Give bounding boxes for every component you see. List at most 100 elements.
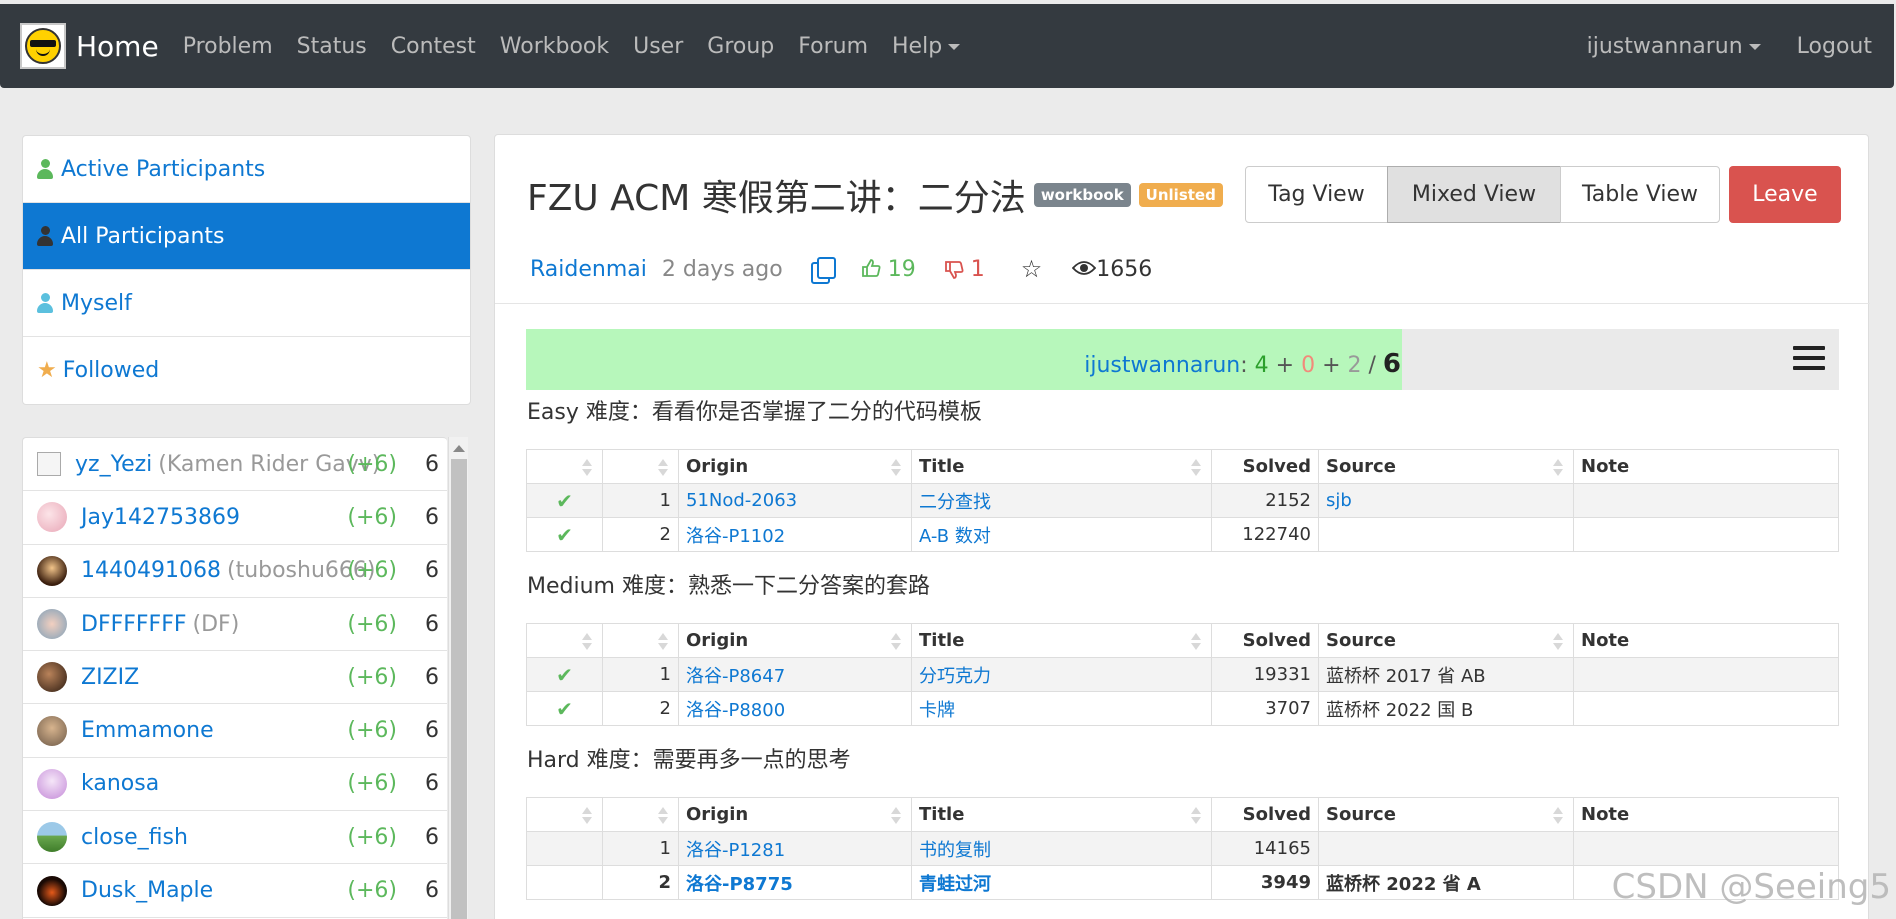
participant-name[interactable]: yz_Yezi	[75, 452, 152, 477]
participant-row[interactable]: Emmamone (+6) 6	[23, 704, 447, 758]
filter-all-participants[interactable]: All Participants	[23, 203, 470, 270]
origin-link[interactable]: 洛谷-P1102	[686, 526, 785, 547]
participant-row[interactable]: yz_Yezi (Kamen Rider Gavv) (+6) 6	[23, 438, 447, 492]
origin-link[interactable]: 洛谷-P1281	[686, 840, 785, 861]
title-cell: 分巧克力	[911, 657, 1212, 692]
favorite-star-icon[interactable]: ☆	[1021, 255, 1043, 283]
col-index-header[interactable]	[602, 797, 679, 832]
participant-row[interactable]: kanosa (+6) 6	[23, 758, 447, 812]
participant-name[interactable]: kanosa	[81, 771, 159, 796]
problem-title-link[interactable]: 青蛙过河	[919, 874, 991, 895]
header-label: Note	[1581, 630, 1630, 651]
filter-active-participants[interactable]: Active Participants	[23, 136, 470, 203]
copy-icon[interactable]	[810, 257, 836, 284]
nav-status[interactable]: Status	[297, 34, 367, 59]
source-cell	[1318, 517, 1574, 552]
header-label: Note	[1581, 804, 1630, 825]
participant-row[interactable]: ZIZIZ (+6) 6	[23, 651, 447, 705]
sort-icon	[658, 807, 668, 825]
col-solved-header[interactable]: Solved	[1211, 449, 1319, 484]
col-source-header[interactable]: Source	[1318, 623, 1574, 658]
participant-name[interactable]: Emmamone	[81, 718, 214, 743]
participant-row[interactable]: DFFFFFFF (DF) (+6) 6	[23, 598, 447, 652]
participant-delta: (+6)	[347, 558, 397, 584]
scroll-up-arrow-icon[interactable]	[453, 445, 465, 452]
title-cell: 青蛙过河	[911, 865, 1212, 900]
header-label: Solved	[1242, 630, 1311, 651]
participant-name[interactable]: 1440491068	[81, 558, 221, 583]
header-label: Note	[1581, 456, 1630, 477]
avatar	[37, 502, 67, 533]
origin-link[interactable]: 洛谷-P8775	[686, 874, 793, 895]
col-status-header[interactable]	[526, 449, 603, 484]
source-link[interactable]: sjb	[1326, 490, 1352, 511]
col-title-header[interactable]: Title	[911, 797, 1212, 832]
author-link[interactable]: Raidenmai	[530, 257, 647, 282]
participant-name[interactable]: DFFFFFFF	[81, 612, 187, 637]
col-index-header[interactable]	[602, 449, 679, 484]
col-title-header[interactable]: Title	[911, 449, 1212, 484]
col-source-header[interactable]: Source	[1318, 449, 1574, 484]
upvote-button[interactable]: 19	[861, 257, 916, 282]
col-origin-header[interactable]: Origin	[678, 449, 912, 484]
participant-name[interactable]: Dusk_Maple	[81, 878, 213, 903]
origin-link[interactable]: 51Nod-2063	[686, 490, 797, 511]
nav-problem[interactable]: Problem	[183, 34, 273, 59]
user-menu-label: ijustwannarun	[1586, 33, 1743, 59]
nav-workbook[interactable]: Workbook	[500, 34, 609, 59]
hamburger-menu-icon[interactable]	[1793, 346, 1825, 374]
participant-row[interactable]: Dusk_Maple (+6) 6	[23, 864, 447, 918]
user-menu-dropdown[interactable]: ijustwannarun	[1587, 34, 1761, 59]
workbook-badge: workbook	[1033, 183, 1131, 207]
participant-row[interactable]: 1440491068 (tuboshu666) (+6) 6	[23, 545, 447, 598]
participant-row[interactable]: close_fish (+6) 6	[23, 811, 447, 865]
origin-link[interactable]: 洛谷-P8800	[686, 700, 785, 721]
col-title-header[interactable]: Title	[911, 623, 1212, 658]
col-status-header[interactable]	[526, 623, 603, 658]
post-time: 2 days ago	[661, 256, 783, 282]
problem-title-link[interactable]: 书的复制	[919, 840, 991, 861]
col-status-header[interactable]	[526, 797, 603, 832]
col-index-header[interactable]	[602, 623, 679, 658]
tag-view-button[interactable]: Tag View	[1245, 166, 1388, 223]
avatar	[37, 768, 67, 799]
problem-title-link[interactable]: A-B 数对	[919, 526, 991, 547]
sort-icon	[1553, 807, 1563, 825]
leave-button[interactable]: Leave	[1729, 166, 1841, 223]
participant-name[interactable]: Jay142753869	[81, 505, 240, 530]
problem-title-link[interactable]: 分巧克力	[919, 666, 991, 687]
downvote-button[interactable]: 1	[944, 257, 985, 282]
nav-contest[interactable]: Contest	[391, 34, 476, 59]
participant-delta: (+6)	[347, 771, 397, 797]
col-solved-header[interactable]: Solved	[1211, 797, 1319, 832]
nav-forum[interactable]: Forum	[798, 34, 868, 59]
col-solved-header[interactable]: Solved	[1211, 623, 1319, 658]
participants-scrollbar[interactable]	[448, 437, 468, 919]
participant-row[interactable]: Jay142753869 (+6) 6	[23, 491, 447, 545]
filter-label: Active Participants	[61, 156, 266, 182]
nav-user[interactable]: User	[633, 34, 683, 59]
problem-title-link[interactable]: 卡牌	[919, 700, 955, 721]
table-view-button[interactable]: Table View	[1560, 166, 1720, 223]
section-title-easy: Easy 难度：看看你是否掌握了二分的代码模板	[527, 400, 982, 425]
problem-table-easy: Origin Title Solved Source Note ✔ 1 51No…	[526, 449, 1839, 552]
col-source-header[interactable]: Source	[1318, 797, 1574, 832]
participant-score: 6	[425, 824, 439, 850]
participant-name[interactable]: close_fish	[81, 825, 188, 850]
nav-help-dropdown[interactable]: Help	[892, 34, 961, 59]
scroll-thumb[interactable]	[451, 459, 467, 919]
origin-link[interactable]: 洛谷-P8647	[686, 666, 785, 687]
participant-name[interactable]: ZIZIZ	[81, 665, 139, 690]
problem-title-link[interactable]: 二分查找	[919, 492, 991, 513]
mixed-view-button[interactable]: Mixed View	[1387, 166, 1561, 223]
home-link[interactable]: Home	[20, 23, 159, 69]
filter-myself[interactable]: Myself	[23, 270, 470, 337]
progress-user-link[interactable]: ijustwannarun	[1084, 353, 1240, 378]
avatar	[37, 662, 67, 693]
nav-group[interactable]: Group	[707, 34, 774, 59]
header-label: Solved	[1242, 804, 1311, 825]
col-origin-header[interactable]: Origin	[678, 797, 912, 832]
filter-followed[interactable]: ★ Followed	[23, 337, 470, 404]
logout-link[interactable]: Logout	[1797, 34, 1872, 59]
col-origin-header[interactable]: Origin	[678, 623, 912, 658]
